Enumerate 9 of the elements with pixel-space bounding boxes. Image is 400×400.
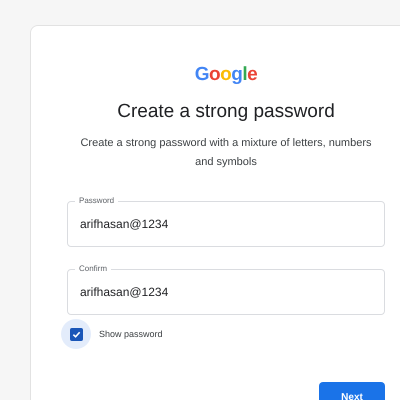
subtitle: Create a strong password with a mixture of letters, numbers and symbols — [79, 136, 372, 170]
logo: Google — [194, 64, 258, 86]
field-label: Confirm — [75, 263, 112, 274]
field-label: Password — [75, 195, 118, 206]
page-title: Create a strong password — [117, 100, 335, 124]
check-icon — [72, 330, 80, 338]
checkbox-label: Show password — [99, 329, 163, 339]
show-password-checkbox[interactable] — [61, 319, 91, 349]
next-button[interactable]: Next — [319, 382, 385, 400]
